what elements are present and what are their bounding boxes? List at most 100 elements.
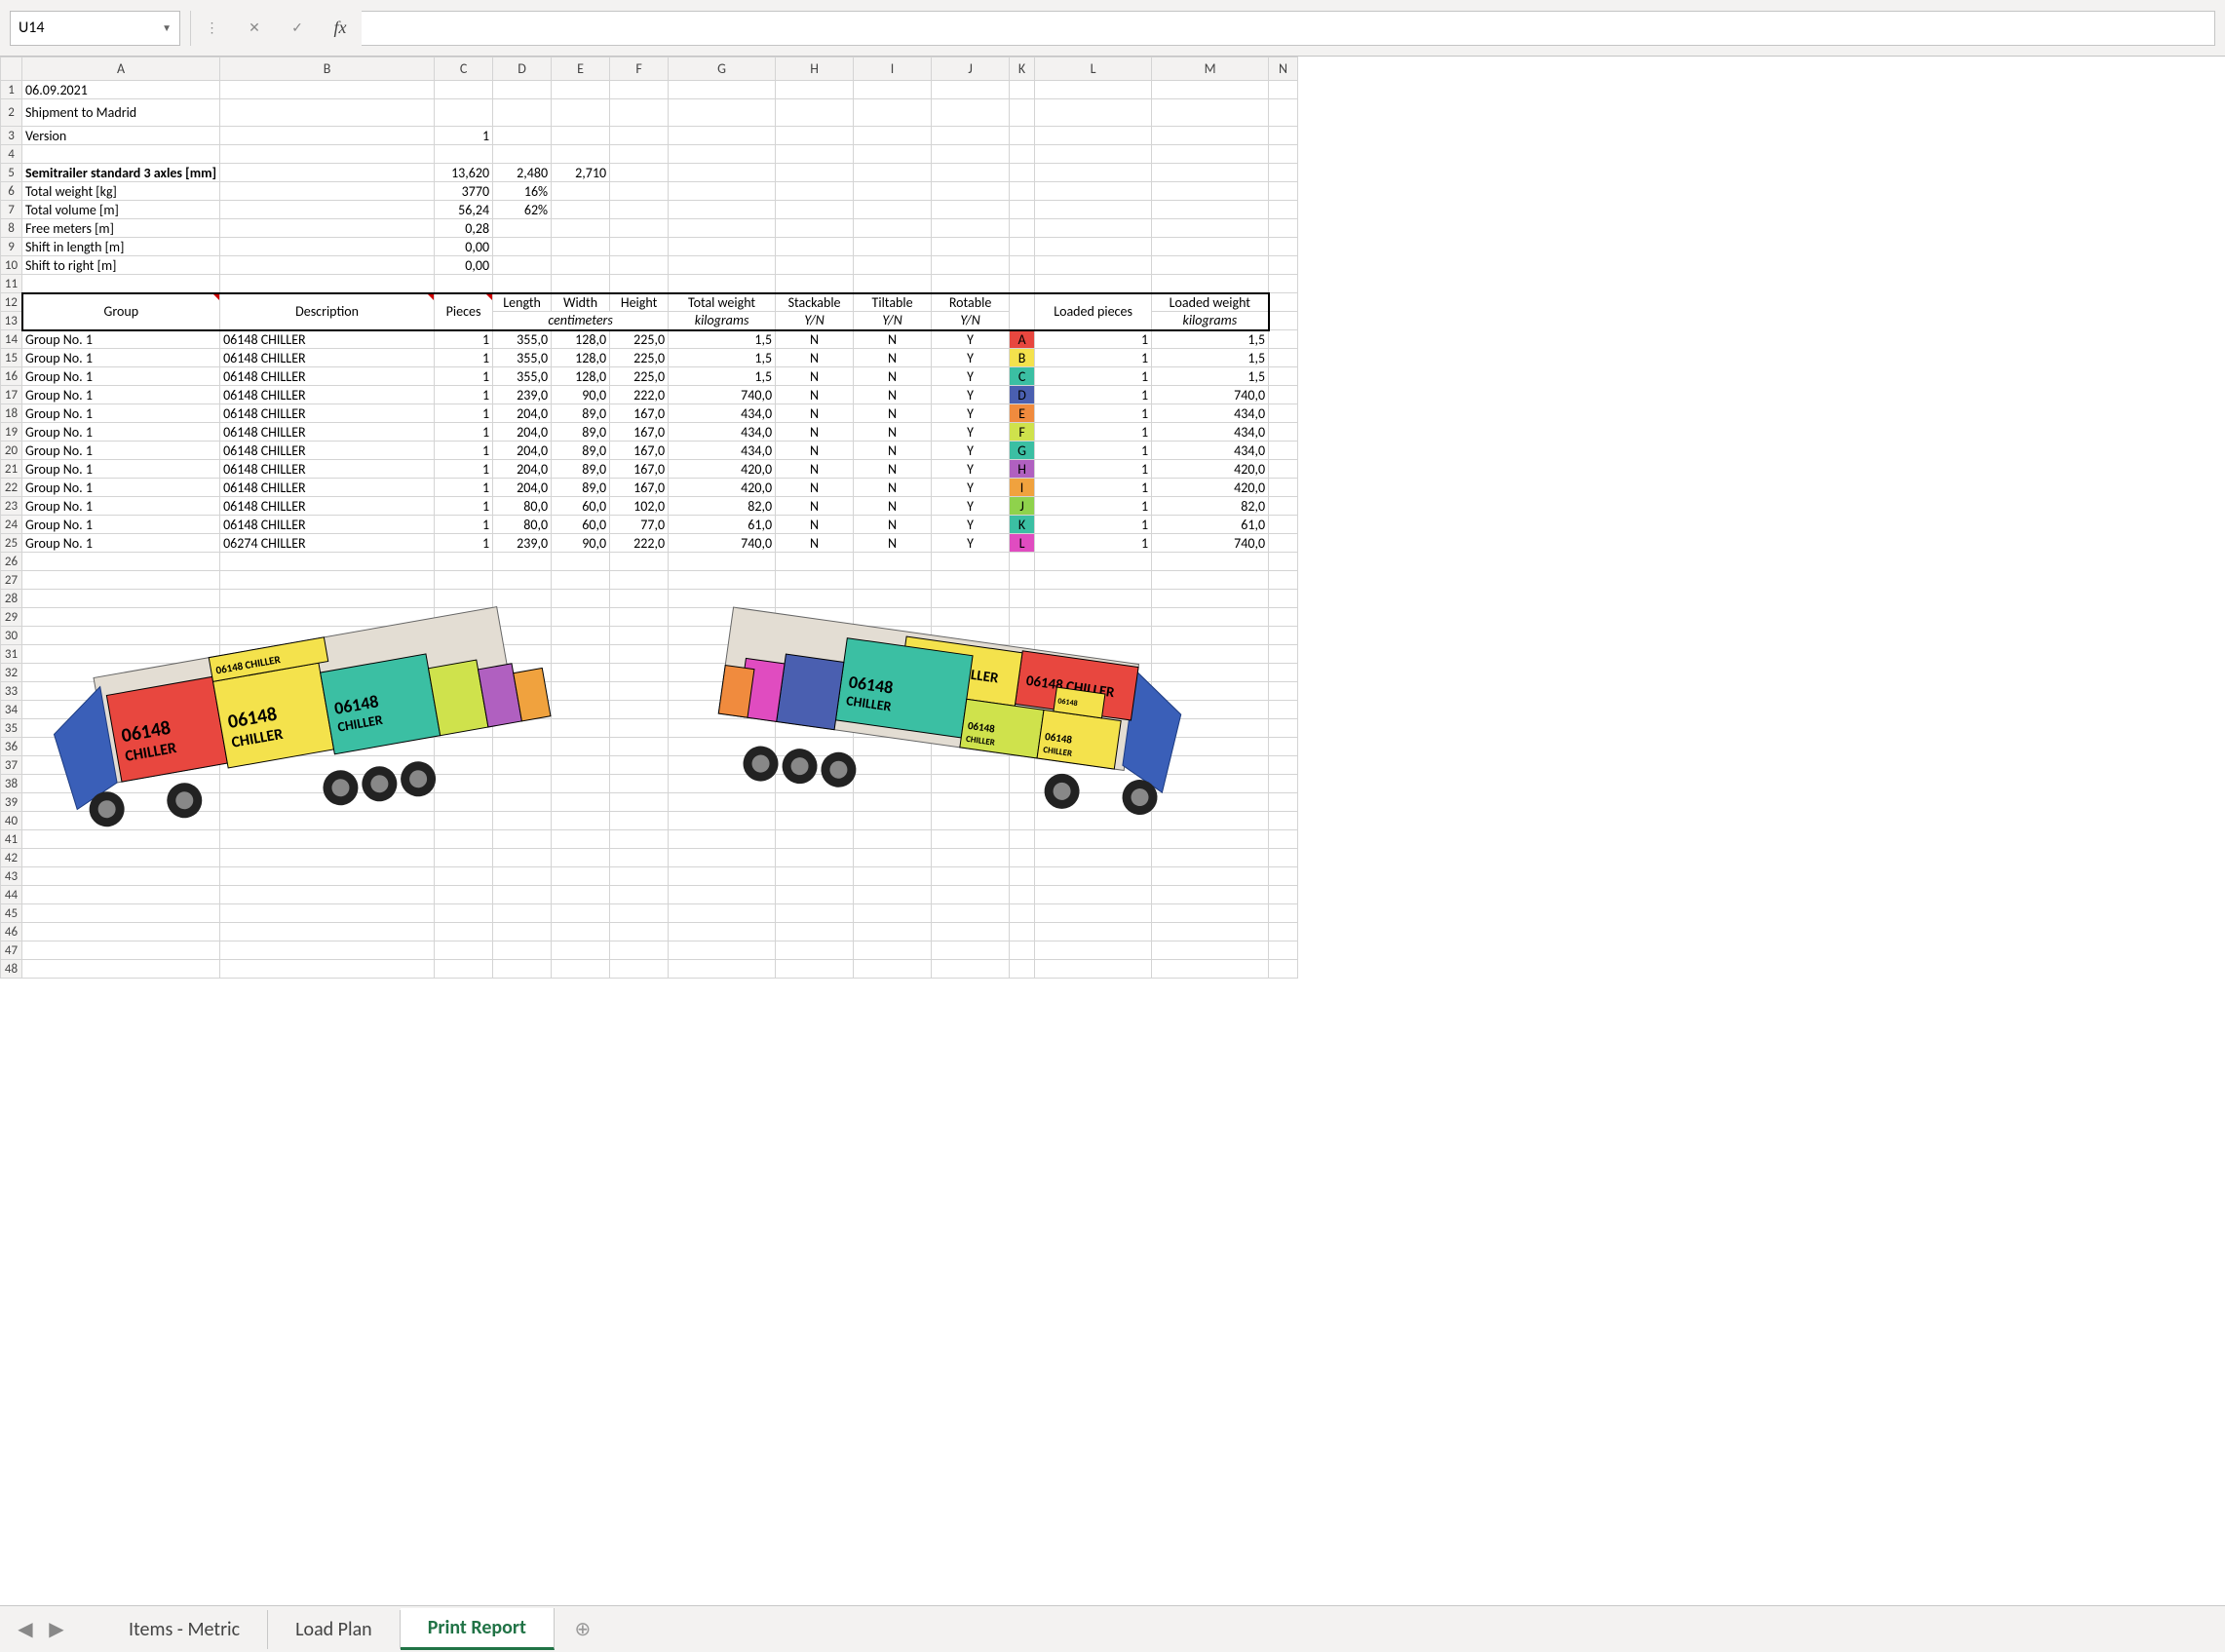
cell[interactable]: 1 [1035, 534, 1152, 553]
cell[interactable] [22, 275, 220, 293]
table-header[interactable]: Tiltable [854, 293, 932, 312]
cell[interactable]: 1 [1035, 497, 1152, 516]
cell[interactable] [669, 682, 776, 701]
cell[interactable]: Y [932, 534, 1010, 553]
cell[interactable] [932, 81, 1010, 99]
cell[interactable] [493, 738, 552, 756]
cell[interactable]: 1 [1035, 460, 1152, 479]
cell[interactable] [493, 812, 552, 830]
cell[interactable] [493, 682, 552, 701]
cell[interactable]: 204,0 [493, 460, 552, 479]
cell[interactable] [610, 886, 669, 904]
cell[interactable] [1152, 81, 1269, 99]
cell[interactable] [552, 99, 610, 127]
cell[interactable] [669, 775, 776, 793]
table-header[interactable]: Rotable [932, 293, 1010, 312]
cell[interactable] [435, 99, 493, 127]
cell[interactable] [669, 904, 776, 923]
cell[interactable]: Semitrailer standard 3 axles [mm] [22, 164, 220, 182]
row-header-18[interactable]: 18 [1, 404, 22, 423]
cell[interactable] [1035, 608, 1152, 627]
cell[interactable]: 89,0 [552, 423, 610, 442]
cell[interactable] [1010, 645, 1035, 664]
cell[interactable] [1035, 182, 1152, 201]
col-header-M[interactable]: M [1152, 58, 1269, 81]
row-header-10[interactable]: 10 [1, 256, 22, 275]
cell[interactable] [1010, 219, 1035, 238]
cell[interactable] [610, 608, 669, 627]
cell[interactable] [669, 627, 776, 645]
cell[interactable] [1152, 960, 1269, 979]
cell[interactable] [669, 960, 776, 979]
cell[interactable] [1152, 182, 1269, 201]
cell[interactable] [1152, 99, 1269, 127]
table-header[interactable]: Width [552, 293, 610, 312]
cell[interactable]: 355,0 [493, 330, 552, 349]
cell[interactable]: Y [932, 516, 1010, 534]
formula-input[interactable] [362, 11, 2215, 46]
table-header[interactable]: Group [22, 293, 220, 330]
cell[interactable] [1152, 793, 1269, 812]
cell[interactable] [1269, 941, 1298, 960]
cell[interactable] [1152, 645, 1269, 664]
table-header[interactable]: Stackable [776, 293, 854, 312]
cell[interactable] [1010, 182, 1035, 201]
cell[interactable] [854, 219, 932, 238]
cell[interactable] [1010, 849, 1035, 867]
cell[interactable] [552, 867, 610, 886]
cell[interactable] [552, 127, 610, 145]
cell[interactable]: Y [932, 479, 1010, 497]
cell[interactable]: 1 [435, 367, 493, 386]
cell[interactable] [220, 793, 435, 812]
tab-next-button[interactable]: ▶ [41, 1614, 72, 1645]
cell[interactable] [854, 923, 932, 941]
cell[interactable]: Group No. 1 [22, 367, 220, 386]
row-header-25[interactable]: 25 [1, 534, 22, 553]
cell[interactable]: Group No. 1 [22, 330, 220, 349]
cell[interactable] [22, 941, 220, 960]
cell[interactable]: 420,0 [1152, 460, 1269, 479]
cell[interactable] [776, 960, 854, 979]
cell[interactable] [854, 590, 932, 608]
cell[interactable]: 740,0 [1152, 386, 1269, 404]
cell[interactable] [1010, 256, 1035, 275]
cell[interactable]: N [776, 367, 854, 386]
cell[interactable] [854, 238, 932, 256]
cell[interactable] [669, 886, 776, 904]
cell[interactable] [1152, 904, 1269, 923]
cell[interactable] [493, 275, 552, 293]
table-header[interactable]: Length [493, 293, 552, 312]
cell[interactable] [1010, 793, 1035, 812]
cell[interactable]: 06274 CHILLER [220, 534, 435, 553]
cell[interactable] [1152, 127, 1269, 145]
cell[interactable] [220, 719, 435, 738]
col-header-C[interactable]: C [435, 58, 493, 81]
cell[interactable]: N [854, 386, 932, 404]
cell[interactable]: K [1010, 516, 1035, 534]
cell[interactable] [776, 664, 854, 682]
cell[interactable] [776, 590, 854, 608]
cell[interactable] [669, 145, 776, 164]
cell[interactable] [220, 886, 435, 904]
cell[interactable] [776, 627, 854, 645]
row-header-26[interactable]: 26 [1, 553, 22, 571]
cell[interactable] [776, 182, 854, 201]
cell[interactable]: J [1010, 497, 1035, 516]
cell[interactable] [610, 849, 669, 867]
cell[interactable] [1035, 238, 1152, 256]
cell[interactable]: Y [932, 386, 1010, 404]
cell[interactable] [776, 904, 854, 923]
cell[interactable] [610, 719, 669, 738]
cell[interactable] [932, 164, 1010, 182]
cell[interactable]: 89,0 [552, 404, 610, 423]
cell[interactable]: 434,0 [669, 423, 776, 442]
row-header-9[interactable]: 9 [1, 238, 22, 256]
cell[interactable]: 239,0 [493, 534, 552, 553]
cell[interactable]: N [854, 404, 932, 423]
row-header-32[interactable]: 32 [1, 664, 22, 682]
cell[interactable] [1152, 923, 1269, 941]
cell[interactable] [1269, 775, 1298, 793]
cell[interactable]: 2,480 [493, 164, 552, 182]
cell[interactable] [932, 256, 1010, 275]
cell[interactable] [552, 608, 610, 627]
